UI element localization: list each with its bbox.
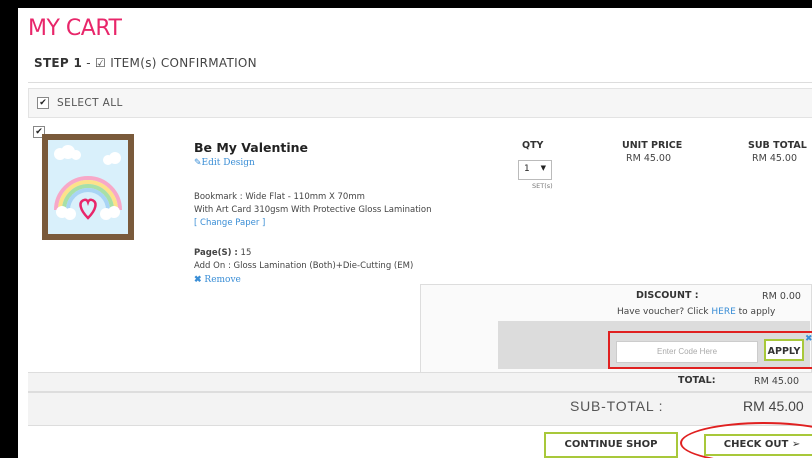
cart-page: MY CART STEP 1 - ☑ ITEM(s) CONFIRMATION … [18, 8, 812, 458]
step-text: ITEM(s) CONFIRMATION [110, 56, 257, 70]
voucher-hint: Have voucher? Click HERE to apply [617, 307, 776, 317]
divider [28, 82, 812, 83]
pages-info: Page(S) : 15 [194, 248, 252, 258]
addon-info: Add On : Gloss Lamination (Both)+Die-Cut… [194, 261, 414, 271]
discount-label: DISCOUNT : [636, 290, 699, 301]
product-name: Be My Valentine [194, 140, 309, 155]
select-all-label[interactable]: SELECT ALL [57, 97, 123, 109]
product-spec: Bookmark : Wide Flat - 110mm X 70mm [194, 192, 365, 202]
item-subtotal: RM 45.00 [752, 153, 798, 164]
edit-icon: ✎ [194, 158, 202, 168]
edit-design-link[interactable]: ✎Edit Design [194, 158, 255, 168]
change-paper-link[interactable]: [ Change Paper ] [194, 218, 265, 228]
subtotal-value: RM 45.00 [743, 398, 804, 414]
subtotal-row [28, 392, 812, 426]
total-value: RM 45.00 [754, 376, 800, 387]
total-label: TOTAL: [678, 375, 716, 386]
product-thumbnail[interactable] [42, 134, 134, 240]
qty-unit: SET(s) [532, 182, 553, 190]
voucher-here-link[interactable]: HERE [711, 307, 735, 317]
quantity-select[interactable]: 1 ▼ [518, 160, 552, 180]
product-material: With Art Card 310gsm With Protective Glo… [194, 205, 432, 215]
subtotal-label: SUB-TOTAL : [570, 398, 664, 414]
select-all-checkbox[interactable]: ✔ [37, 97, 49, 109]
chevron-down-icon: ▼ [540, 164, 546, 172]
unit-price: RM 45.00 [626, 153, 672, 164]
continue-shop-button[interactable]: CONTINUE SHOP [544, 432, 678, 458]
remove-link[interactable]: ✖ Remove [194, 275, 241, 285]
close-icon: ✖ [194, 275, 202, 285]
step-indicator: STEP 1 - ☑ ITEM(s) CONFIRMATION [34, 56, 257, 70]
checkbox-icon: ☑ [95, 56, 107, 70]
thumbnail-artwork-icon [48, 140, 128, 234]
page-title: MY CART [28, 16, 122, 41]
select-all-bar: ✔ SELECT ALL [28, 88, 812, 118]
checkout-highlight [680, 422, 812, 458]
unit-price-header: UNIT PRICE [622, 140, 683, 151]
voucher-highlight [608, 331, 812, 369]
step-label: STEP 1 [34, 56, 83, 70]
discount-value: RM 0.00 [762, 291, 801, 302]
subtotal-header: SUB TOTAL [748, 140, 807, 151]
qty-header: QTY [522, 140, 544, 151]
